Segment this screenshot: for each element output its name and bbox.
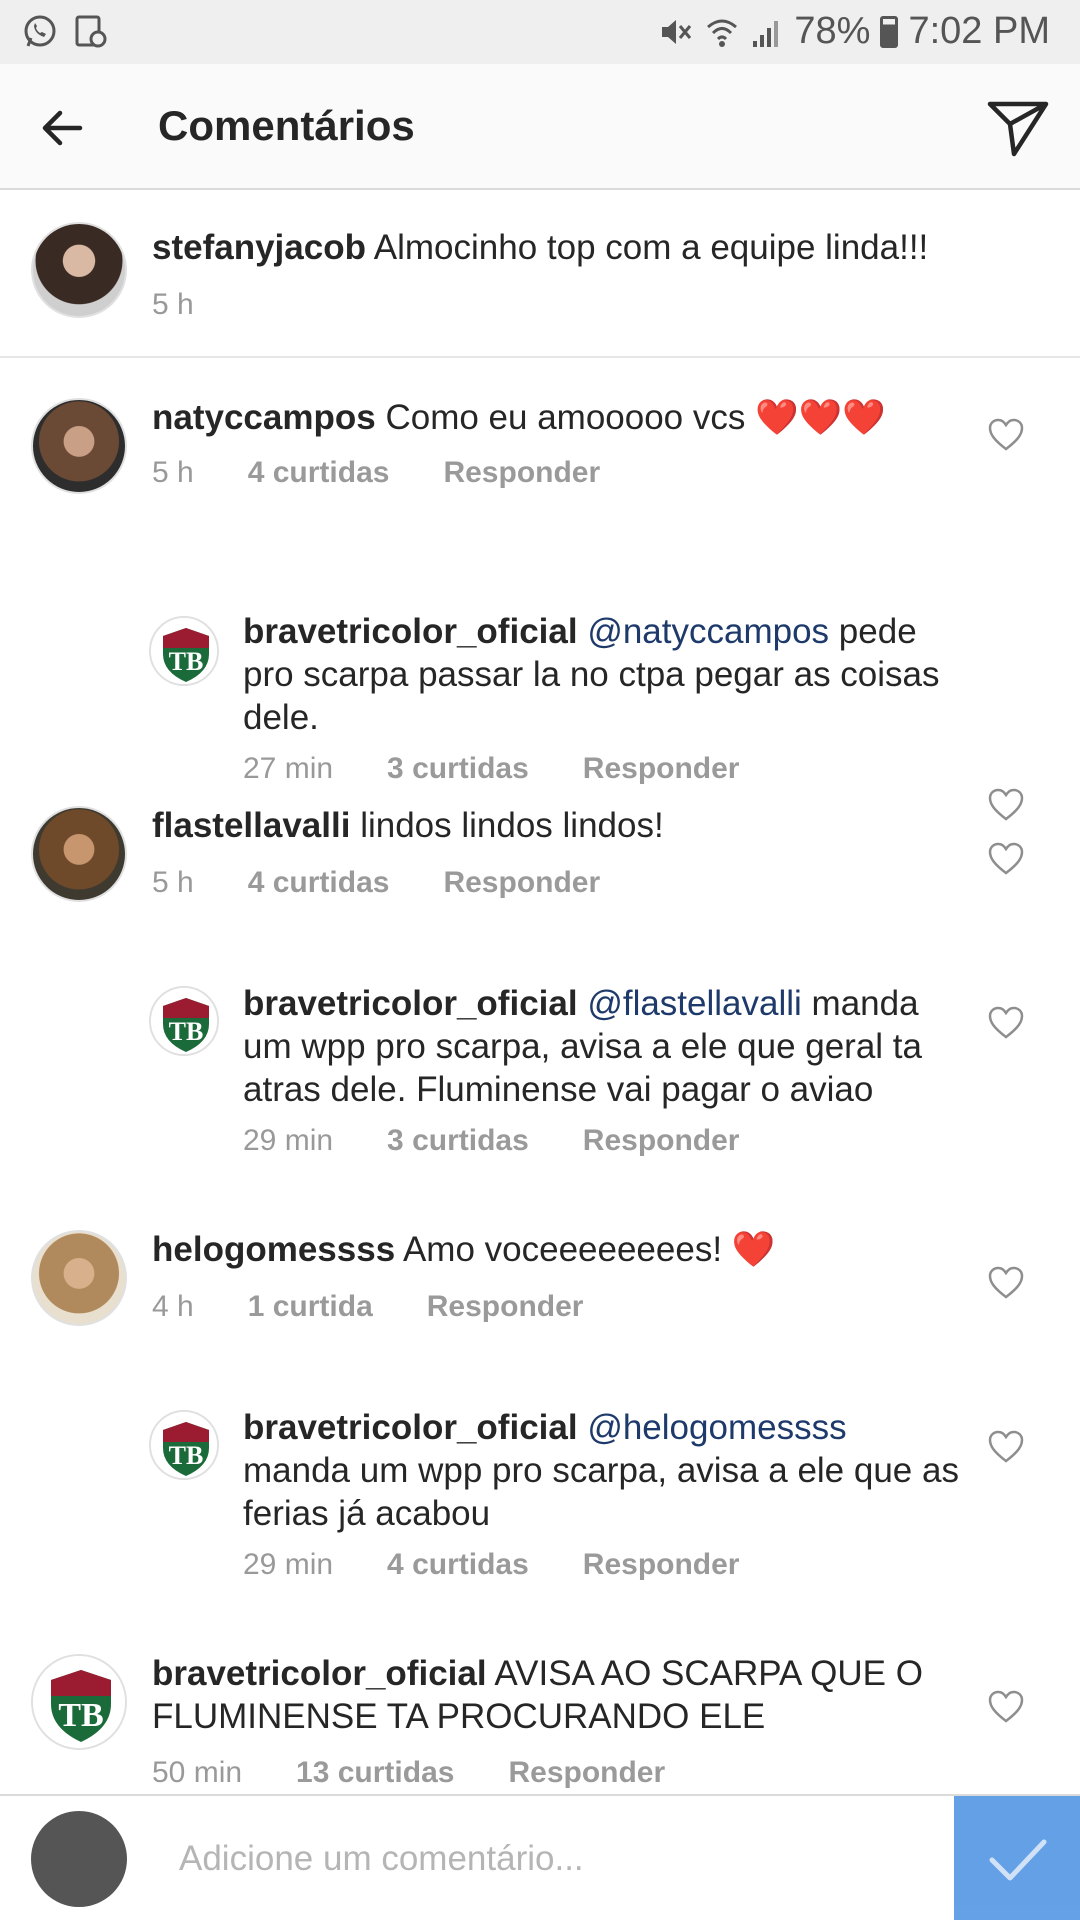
likes-count[interactable]: 4 curtidas — [248, 866, 390, 900]
signal-icon — [753, 20, 779, 47]
status-bar: 78% 7:02 PM — [0, 0, 1080, 64]
likes-count[interactable]: 3 curtidas — [387, 752, 529, 786]
svg-text:TB: TB — [169, 1441, 204, 1470]
mention-link[interactable]: @helogomessss — [587, 1408, 846, 1447]
comment-username[interactable]: bravetricolor_oficial — [243, 984, 578, 1023]
comment-username[interactable]: natyccampos — [152, 398, 376, 437]
svg-text:TB: TB — [58, 1697, 103, 1734]
reply-button[interactable]: Responder — [443, 866, 600, 900]
shield-logo-icon: TB — [151, 988, 217, 1054]
reply-button[interactable]: Responder — [583, 1548, 740, 1582]
direct-send-icon[interactable] — [986, 96, 1050, 160]
heart-icon[interactable] — [988, 1006, 1024, 1040]
comment-time: 4 h — [152, 1290, 194, 1323]
reply-button[interactable]: Responder — [443, 456, 600, 490]
comment-time: 29 min — [243, 1124, 334, 1157]
comment-time: 5 h — [152, 288, 194, 321]
comment-username[interactable]: stefanyjacob — [152, 228, 366, 267]
svg-text:TB: TB — [169, 1017, 204, 1046]
heart-icon[interactable] — [988, 842, 1024, 876]
comment-time: 5 h — [152, 866, 194, 899]
comment-username[interactable]: flastellavalli — [152, 806, 350, 845]
shield-logo-icon: TB — [151, 1412, 217, 1478]
status-right: 78% 7:02 PM — [656, 10, 1050, 53]
screen-icon — [75, 15, 107, 48]
reply-item: TB bravetricolor_oficial @flastellavalli… — [0, 984, 1080, 1226]
avatar[interactable] — [31, 1230, 127, 1326]
comment-username[interactable]: bravetricolor_oficial — [243, 1408, 578, 1447]
reply-button[interactable]: Responder — [508, 1756, 665, 1790]
comment-time: 27 min — [243, 752, 334, 785]
post-button[interactable] — [954, 1796, 1080, 1920]
caption: stefanyjacob Almocinho top com a equipe … — [0, 190, 1080, 358]
likes-count[interactable]: 3 curtidas — [387, 1124, 529, 1158]
own-avatar — [31, 1811, 127, 1907]
check-icon — [989, 1839, 1047, 1881]
back-arrow-icon[interactable] — [36, 102, 88, 154]
wifi-icon — [707, 19, 738, 47]
heart-icon[interactable] — [988, 1430, 1024, 1464]
comment-time: 5 h — [152, 456, 194, 489]
comment-time: 29 min — [243, 1548, 334, 1581]
comment-text: lindos lindos lindos! — [360, 806, 664, 845]
reply-button[interactable]: Responder — [583, 752, 740, 786]
header: Comentários — [0, 64, 1080, 190]
avatar[interactable]: TB — [149, 986, 219, 1056]
avatar[interactable] — [31, 806, 127, 902]
comment-item: helogomessss Amo voceeeeeeees! ❤️ 4 h 1 … — [0, 1228, 1080, 1428]
avatar[interactable]: TB — [149, 616, 219, 686]
comment-item: natyccampos Como eu amooooo vcs ❤️❤️❤️ 5… — [0, 358, 1080, 616]
shield-logo-icon: TB — [151, 618, 217, 684]
comment-username[interactable]: bravetricolor_oficial — [243, 612, 578, 651]
likes-count[interactable]: 4 curtidas — [248, 456, 390, 490]
heart-icon[interactable] — [988, 418, 1024, 452]
comment-text: manda um wpp pro scarpa, avisa a ele que… — [243, 1451, 959, 1533]
comment-username[interactable]: helogomessss — [152, 1230, 395, 1269]
comment-item: flastellavalli lindos lindos lindos! 5 h… — [0, 804, 1080, 1004]
likes-count[interactable]: 4 curtidas — [387, 1548, 529, 1582]
avatar[interactable]: TB — [149, 1410, 219, 1480]
mention-link[interactable]: @natyccampos — [587, 612, 829, 651]
heart-icon[interactable] — [988, 1690, 1024, 1724]
comment-text: Amo voceeeeeeees! ❤️ — [402, 1230, 776, 1269]
reply-button[interactable]: Responder — [583, 1124, 740, 1158]
comment-text: Almocinho top com a equipe linda!!! — [373, 228, 929, 267]
heart-icon[interactable] — [988, 1266, 1024, 1300]
avatar[interactable] — [31, 222, 127, 318]
status-left-icons — [22, 14, 108, 50]
whatsapp-icon — [24, 15, 56, 47]
mute-icon — [662, 19, 692, 44]
likes-count[interactable]: 13 curtidas — [296, 1756, 454, 1790]
reply-button[interactable]: Responder — [427, 1290, 584, 1324]
battery-percent: 78% — [794, 10, 871, 52]
svg-text:TB: TB — [169, 647, 204, 676]
battery-icon — [880, 15, 899, 48]
clock: 7:02 PM — [908, 10, 1050, 52]
comment-time: 50 min — [152, 1756, 243, 1789]
likes-count[interactable]: 1 curtida — [248, 1290, 373, 1324]
mention-link[interactable]: @flastellavalli — [587, 984, 802, 1023]
comment-composer — [0, 1794, 1080, 1920]
avatar[interactable]: TB — [31, 1654, 127, 1750]
page-title: Comentários — [158, 102, 415, 149]
comment-input[interactable] — [155, 1824, 935, 1894]
shield-logo-icon: TB — [33, 1656, 125, 1748]
avatar[interactable] — [31, 398, 127, 494]
comments-list[interactable]: stefanyjacob Almocinho top com a equipe … — [0, 190, 1080, 1794]
comment-item: TB bravetricolor_oficial AVISA AO SCARPA… — [0, 1652, 1080, 1794]
reply-item: TB bravetricolor_oficial @helogomessss m… — [0, 1408, 1080, 1650]
comment-text: Como eu amooooo vcs ❤️❤️❤️ — [385, 398, 886, 437]
comment-username[interactable]: bravetricolor_oficial — [152, 1654, 487, 1693]
